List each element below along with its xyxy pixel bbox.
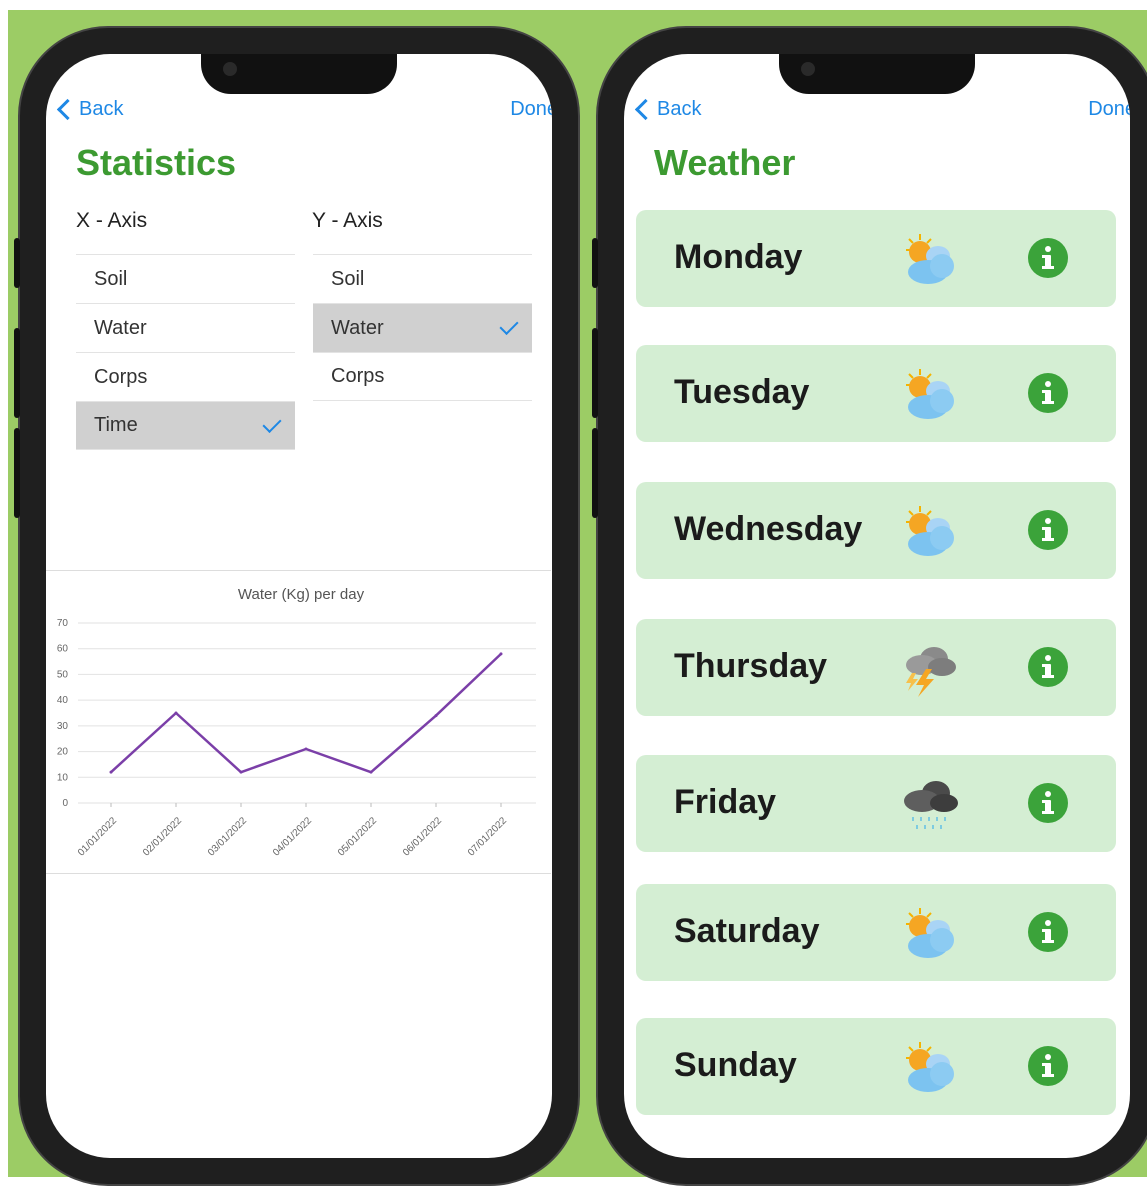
x-tick-label: 01/01/2022 — [76, 815, 119, 858]
statistics-screen: Back Done Statistics X - Axis Y - Axis S… — [46, 54, 552, 1158]
day-name: Wednesday — [674, 510, 863, 548]
chevron-left-icon — [56, 98, 79, 121]
info-icon[interactable] — [1028, 510, 1068, 550]
y-tick-label: 60 — [57, 644, 69, 655]
series-line — [110, 652, 502, 774]
day-card-saturday[interactable]: Saturday — [636, 884, 1116, 981]
camera-dot — [223, 62, 237, 76]
volume-button — [592, 428, 598, 518]
done-button[interactable]: Done — [1088, 98, 1130, 121]
y-tick-label: 70 — [57, 618, 69, 629]
day-name: Monday — [674, 238, 803, 276]
axis-option-label: Time — [94, 414, 138, 436]
partly-cloudy-icon — [898, 365, 962, 425]
axis-option-time[interactable]: Time — [76, 401, 295, 450]
x-tick-label: 05/01/2022 — [336, 815, 379, 858]
volume-button — [592, 328, 598, 418]
x-tick-label: 03/01/2022 — [206, 815, 249, 858]
day-name: Thursday — [674, 647, 828, 685]
back-label: Back — [79, 98, 124, 120]
data-point — [239, 770, 243, 774]
line-chart: Water (Kg) per day 0 10 20 30 40 50 60 70 01/01/2… — [46, 570, 551, 874]
day-card-wednesday[interactable]: Wednesday — [636, 482, 1116, 579]
volume-button — [14, 238, 20, 288]
info-icon[interactable] — [1028, 373, 1068, 413]
back-label: Back — [657, 98, 702, 120]
axis-option-label: Soil — [94, 267, 128, 290]
day-name: Tuesday — [674, 373, 810, 411]
day-card-friday[interactable]: Friday — [636, 755, 1116, 852]
axis-option-water[interactable]: Water — [313, 303, 532, 352]
data-point — [109, 770, 113, 774]
axis-option-label: Water — [331, 316, 384, 339]
done-button[interactable]: Done — [510, 98, 552, 121]
day-name: Saturday — [674, 912, 820, 950]
partly-cloudy-icon — [898, 904, 962, 964]
volume-button — [592, 238, 598, 288]
y-tick-label: 50 — [57, 669, 69, 680]
x-axis-options: Soil Water Corps Time — [76, 254, 295, 450]
data-point — [434, 714, 438, 718]
checkmark-icon — [262, 413, 282, 434]
data-point — [369, 770, 373, 774]
y-tick-label: 30 — [57, 721, 69, 732]
info-icon[interactable] — [1028, 1046, 1068, 1086]
axis-option-corps[interactable]: Corps — [313, 352, 532, 401]
back-button[interactable]: Back — [632, 98, 701, 121]
axis-option-water[interactable]: Water — [76, 303, 295, 352]
data-point — [174, 711, 178, 715]
y-axis-label: Y - Axis — [312, 209, 383, 232]
info-icon[interactable] — [1028, 912, 1068, 952]
data-point — [304, 747, 308, 751]
page-title: Statistics — [76, 142, 237, 183]
day-card-sunday[interactable]: Sunday — [636, 1018, 1116, 1115]
x-tick-label: 07/01/2022 — [466, 815, 509, 858]
y-axis-options: Soil Water Corps — [313, 254, 532, 401]
y-tick-label: 10 — [57, 772, 69, 783]
chart-title: Water (Kg) per day — [238, 586, 365, 603]
phone-notch — [779, 54, 975, 94]
y-tick-label: 40 — [57, 695, 69, 706]
day-card-tuesday[interactable]: Tuesday — [636, 345, 1116, 442]
day-card-monday[interactable]: Monday — [636, 210, 1116, 307]
weather-phone: Back Done Weather Monday Tuesday Wednesday… — [592, 26, 1147, 1186]
weather-screen: Back Done Weather Monday Tuesday Wednesday… — [624, 54, 1130, 1158]
chevron-left-icon — [634, 98, 657, 121]
data-point — [499, 652, 503, 656]
x-tick-label: 04/01/2022 — [271, 815, 314, 858]
info-icon[interactable] — [1028, 647, 1068, 687]
x-tick-label: 06/01/2022 — [401, 815, 444, 858]
axis-option-soil[interactable]: Soil — [76, 254, 295, 303]
x-tick-label: 02/01/2022 — [141, 815, 184, 858]
checkmark-icon — [499, 315, 519, 336]
y-tick-label: 20 — [57, 747, 69, 758]
partly-cloudy-icon — [898, 1038, 962, 1098]
partly-cloudy-icon — [898, 230, 962, 290]
chart-canvas: Water (Kg) per day 0 10 20 30 40 50 60 70 01/01/2… — [57, 586, 536, 859]
axis-option-label: Corps — [94, 365, 148, 388]
info-icon[interactable] — [1028, 783, 1068, 823]
phone-notch — [201, 54, 397, 94]
statistics-phone: Back Done Statistics X - Axis Y - Axis S… — [14, 26, 580, 1186]
y-tick-label: 0 — [62, 798, 68, 809]
axis-option-label: Corps — [331, 365, 385, 387]
day-name: Friday — [674, 783, 777, 821]
camera-dot — [801, 62, 815, 76]
axis-option-corps[interactable]: Corps — [76, 352, 295, 401]
partly-cloudy-icon — [898, 502, 962, 562]
volume-button — [14, 328, 20, 418]
axis-option-label: Soil — [331, 267, 365, 290]
back-button[interactable]: Back — [54, 98, 123, 121]
page-title: Weather — [654, 142, 796, 183]
axis-option-soil[interactable]: Soil — [313, 254, 532, 303]
axis-option-label: Water — [94, 316, 147, 339]
volume-button — [14, 428, 20, 518]
thunderstorm-icon — [898, 639, 962, 699]
day-card-thursday[interactable]: Thursday — [636, 619, 1116, 716]
day-name: Sunday — [674, 1046, 797, 1084]
x-axis-label: X - Axis — [76, 209, 148, 232]
info-icon[interactable] — [1028, 238, 1068, 278]
rain-cloud-icon — [898, 775, 962, 835]
